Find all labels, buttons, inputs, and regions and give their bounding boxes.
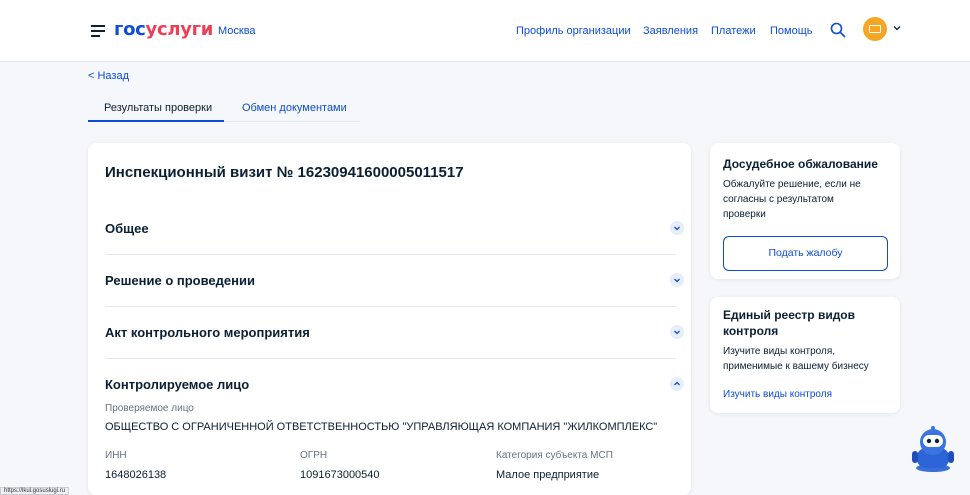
- registry-title: контроля: [723, 324, 779, 338]
- page-title: Инспекционный визит № 162309416000050115…: [105, 164, 464, 181]
- inn-label: ИНН: [105, 450, 127, 461]
- appeal-text-line: согласны с результатом: [723, 194, 834, 205]
- chevron-down-icon[interactable]: [670, 325, 684, 339]
- accordion-act[interactable]: Акт контрольного мероприятия: [105, 307, 684, 359]
- ogrn-label: ОГРН: [300, 450, 328, 461]
- robot-assistant-icon[interactable]: [908, 424, 958, 474]
- tab-document-exchange[interactable]: Обмен документами: [242, 102, 347, 114]
- tab-check-results[interactable]: Результаты проверки: [104, 102, 212, 114]
- accordion-decision[interactable]: Решение о проведении: [105, 255, 684, 307]
- search-icon[interactable]: [830, 22, 846, 38]
- nav-applications[interactable]: Заявления: [643, 25, 698, 37]
- nav-organization-profile[interactable]: Профиль организации: [516, 25, 631, 37]
- inn-value: 1648026138: [105, 469, 167, 481]
- active-tab-indicator: [88, 120, 224, 122]
- appeal-text-line: проверки: [723, 209, 766, 220]
- appeal-title: Досудебное обжалование: [723, 157, 878, 171]
- registry-card: Единый реестр видов контроля Изучите вид…: [710, 297, 900, 413]
- registry-text-line: применимые к вашему бизнесу: [723, 361, 869, 372]
- ogrn-value: 1091673000540: [300, 469, 380, 481]
- entity-label: Проверяемое лицо: [105, 403, 194, 414]
- submit-complaint-button[interactable]: Подать жалобу: [723, 236, 888, 271]
- msp-label: Категория субъекта МСП: [496, 450, 613, 461]
- appeal-card: Досудебное обжалование Обжалуйте решение…: [710, 143, 900, 279]
- registry-text-line: Изучите виды контроля,: [723, 346, 836, 357]
- chevron-down-icon[interactable]: [893, 24, 901, 32]
- msp-value: Малое предприятие: [496, 469, 600, 481]
- accordion-label: Решение о проведении: [105, 273, 255, 288]
- chevron-down-icon[interactable]: [670, 221, 684, 235]
- accordion-label: Общее: [105, 221, 149, 236]
- accordion-general[interactable]: Общее: [105, 203, 684, 255]
- tabs: Результаты проверки Обмен документами: [88, 92, 360, 122]
- avatar[interactable]: [863, 17, 887, 41]
- accordion-label: Контролируемое лицо: [105, 377, 250, 392]
- top-header: госуслуги Москва Профиль организации Зая…: [0, 0, 970, 62]
- city-selector[interactable]: Москва: [218, 25, 256, 37]
- registry-title: Единый реестр видов: [723, 308, 856, 322]
- nav-payments[interactable]: Платежи: [711, 25, 756, 37]
- inspection-card: Инспекционный визит № 162309416000050115…: [88, 143, 691, 495]
- status-bar-url: https://lkul.gosuslugi.ru: [0, 487, 70, 495]
- nav-help[interactable]: Помощь: [770, 25, 813, 37]
- back-link[interactable]: < Назад: [88, 70, 129, 82]
- envelope-icon: [869, 25, 881, 33]
- accordion-label: Акт контрольного мероприятия: [105, 325, 310, 340]
- chevron-up-icon[interactable]: [670, 377, 684, 391]
- study-control-types-link[interactable]: Изучить виды контроля: [723, 389, 832, 400]
- gosuslugi-logo[interactable]: госуслуги: [114, 19, 213, 40]
- entity-value: ОБЩЕСТВО С ОГРАНИЧЕННОЙ ОТВЕТСТВЕННОСТЬЮ…: [105, 421, 658, 433]
- chevron-down-icon[interactable]: [670, 273, 684, 287]
- menu-icon[interactable]: [91, 25, 105, 37]
- appeal-text-line: Обжалуйте решение, если не: [723, 179, 861, 190]
